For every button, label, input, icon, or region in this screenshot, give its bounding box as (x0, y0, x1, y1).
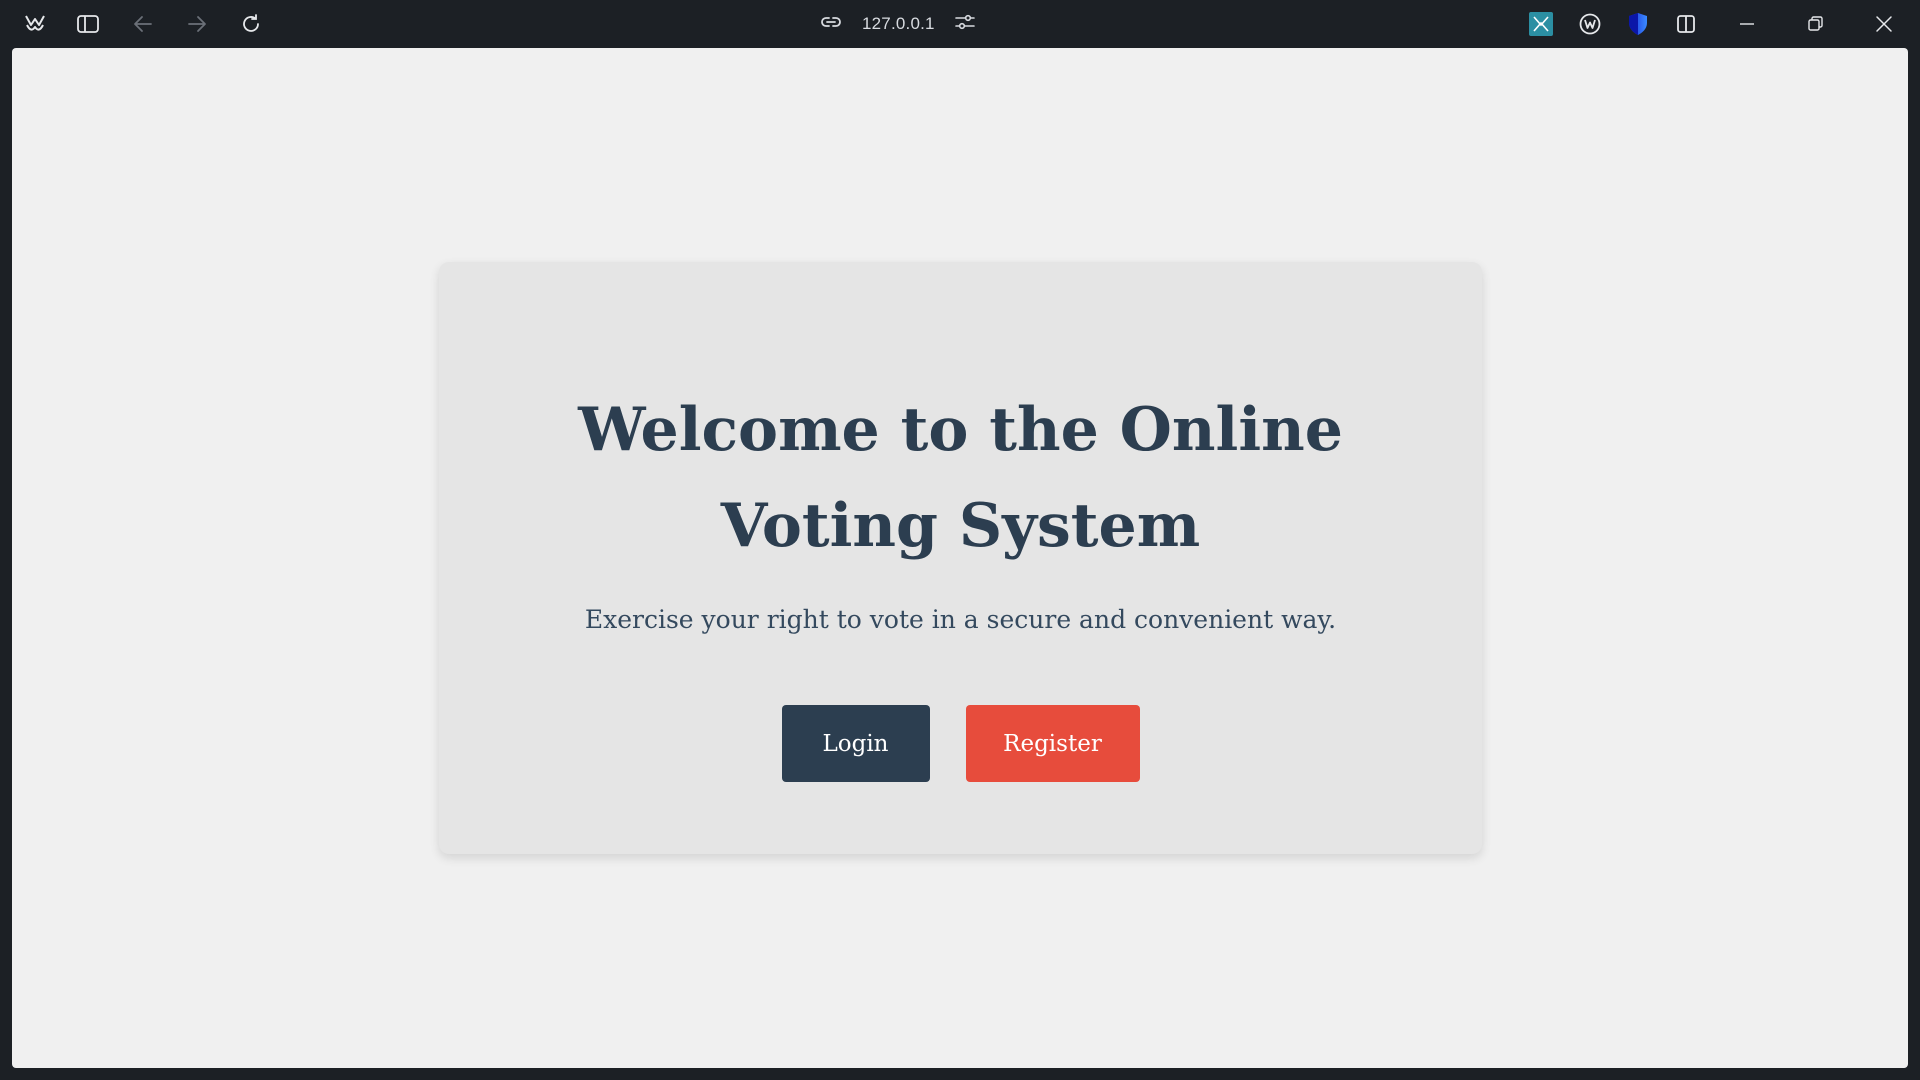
sidebar-toggle-icon[interactable] (76, 12, 100, 36)
minimize-icon[interactable] (1735, 12, 1759, 36)
app-menu-icon[interactable] (23, 12, 47, 36)
close-icon[interactable] (1872, 12, 1896, 36)
browser-toolbar: 127.0.0.1 (0, 0, 1920, 48)
back-icon[interactable] (131, 12, 155, 36)
wallet-icon[interactable] (1578, 12, 1602, 36)
login-button[interactable]: Login (781, 705, 930, 782)
shield-icon[interactable] (1626, 12, 1650, 36)
split-view-icon[interactable] (1674, 12, 1698, 36)
page-viewport: Welcome to the Online Voting System Exer… (12, 48, 1908, 1068)
url-text[interactable]: 127.0.0.1 (862, 14, 935, 34)
link-icon[interactable] (820, 14, 842, 34)
page-title: Welcome to the Online Voting System (578, 395, 1343, 561)
site-settings-icon[interactable] (954, 13, 975, 36)
action-buttons: Login Register (439, 705, 1482, 782)
restore-icon[interactable] (1803, 12, 1827, 36)
address-bar[interactable]: 127.0.0.1 (820, 0, 975, 48)
tagline: Exercise your right to vote in a secure … (584, 605, 1337, 634)
reload-icon[interactable] (239, 12, 263, 36)
extension-icon[interactable] (1529, 12, 1553, 36)
forward-icon[interactable] (185, 12, 209, 36)
welcome-card: Welcome to the Online Voting System Exer… (439, 262, 1482, 854)
register-button[interactable]: Register (965, 705, 1140, 782)
